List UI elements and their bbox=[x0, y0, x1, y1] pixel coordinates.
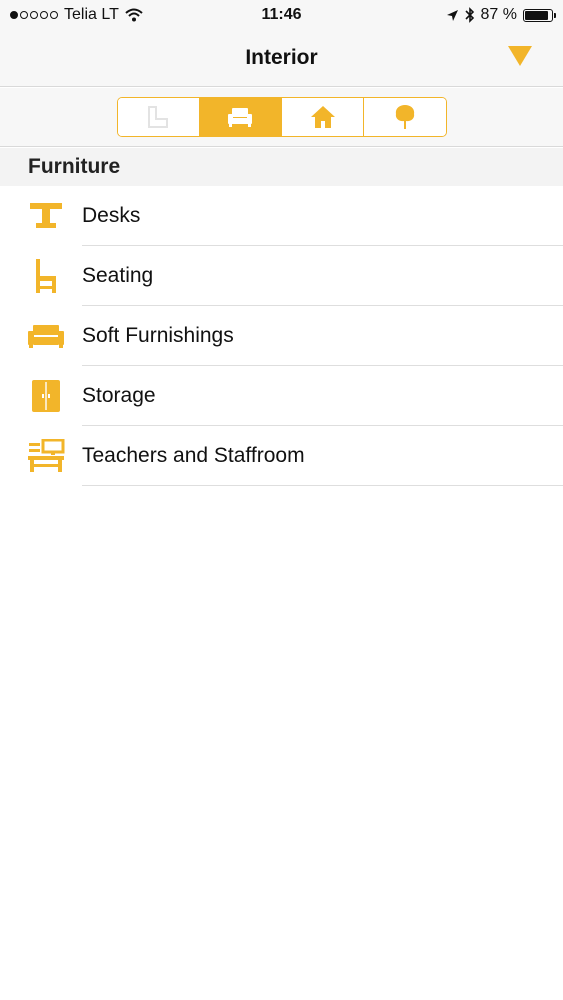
triangle-down-icon[interactable] bbox=[507, 45, 533, 67]
navigation-bar: Interior bbox=[0, 30, 563, 87]
list-item-teachers-staffroom[interactable]: Teachers and Staffroom bbox=[0, 426, 563, 486]
segment-house[interactable] bbox=[282, 98, 365, 136]
list-item-label: Soft Furnishings bbox=[82, 324, 234, 347]
list-item-label: Desks bbox=[82, 204, 141, 227]
segment-outdoor[interactable] bbox=[364, 98, 446, 136]
floorplan-icon bbox=[148, 106, 169, 128]
house-icon bbox=[310, 106, 335, 128]
armchair-icon bbox=[228, 108, 253, 127]
battery-fill bbox=[525, 10, 548, 20]
list-item-label: Teachers and Staffroom bbox=[82, 444, 305, 467]
page-title: Interior bbox=[245, 46, 318, 69]
carrier-name: Telia LT bbox=[64, 6, 119, 23]
list-item-seating[interactable]: Seating bbox=[0, 246, 563, 306]
bluetooth-icon bbox=[464, 7, 474, 23]
desk-icon bbox=[27, 198, 65, 234]
list-item-label: Seating bbox=[82, 264, 154, 287]
tree-icon bbox=[395, 105, 415, 129]
segment-floorplan[interactable] bbox=[117, 98, 200, 136]
signal-strength-icon bbox=[10, 11, 58, 19]
location-arrow-icon bbox=[446, 9, 458, 21]
status-right: 87 % bbox=[446, 6, 556, 24]
list-item-soft-furnishings[interactable]: Soft Furnishings bbox=[0, 306, 563, 366]
sofa-icon bbox=[27, 318, 65, 354]
status-bar: Telia LT 11:46 87 % bbox=[0, 0, 563, 30]
status-left: Telia LT bbox=[10, 6, 143, 24]
list-item-storage[interactable]: Storage bbox=[0, 366, 563, 426]
section-header: Furniture bbox=[0, 148, 563, 186]
category-segmented-control bbox=[116, 97, 447, 137]
wifi-icon bbox=[125, 8, 143, 22]
teacher-desk-icon bbox=[27, 438, 65, 474]
chair-icon bbox=[27, 258, 65, 294]
list-item-desks[interactable]: Desks bbox=[0, 186, 563, 246]
segment-bar bbox=[0, 88, 563, 147]
segment-interior[interactable] bbox=[199, 98, 282, 136]
cabinet-icon bbox=[27, 378, 65, 414]
row-divider bbox=[82, 485, 563, 486]
battery-icon bbox=[523, 8, 556, 22]
battery-percent: 87 % bbox=[480, 6, 517, 23]
list-item-label: Storage bbox=[82, 384, 156, 407]
furniture-list: Desks Seating Soft Furnishings Storage T… bbox=[0, 186, 563, 486]
